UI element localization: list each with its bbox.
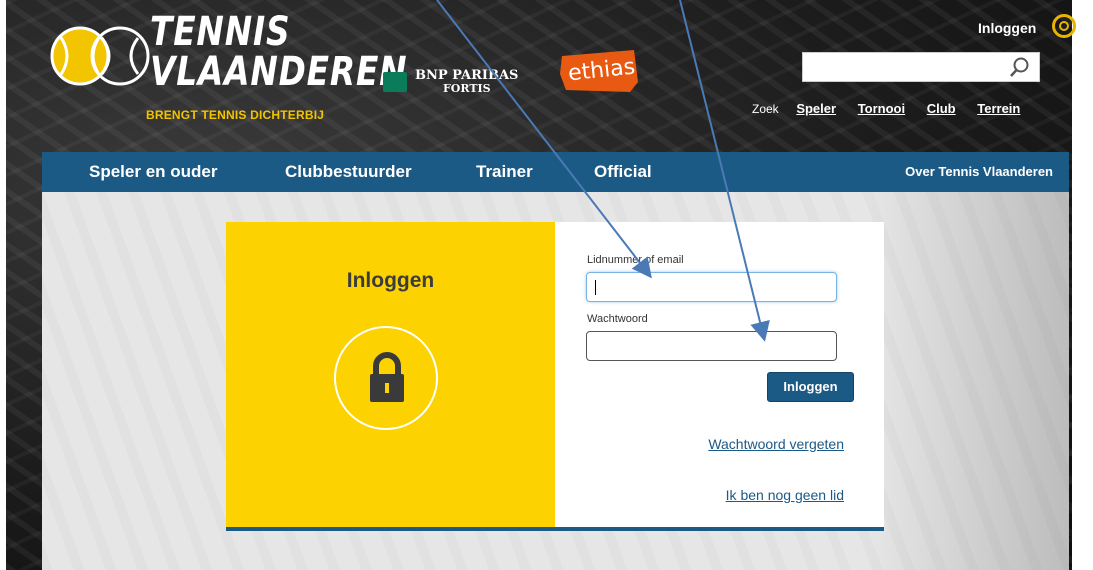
nav-item-official[interactable]: Official: [594, 162, 652, 182]
forgot-password-link[interactable]: Wachtwoord vergeten: [708, 436, 844, 452]
password-field[interactable]: [586, 331, 837, 361]
username-field[interactable]: [586, 272, 837, 302]
logo-title-line1[interactable]: TENNIS: [150, 12, 290, 52]
logo-title-line2[interactable]: VLAANDEREN: [150, 52, 407, 92]
tennis-balls-logo-icon[interactable]: [50, 22, 150, 90]
search-category-links: Zoek Speler Tornooi Club Terrein: [752, 101, 1038, 116]
lock-icon: [370, 352, 404, 402]
login-title: Inloggen: [346, 269, 435, 292]
search-link-speler[interactable]: Speler: [796, 101, 836, 116]
login-ring-icon[interactable]: [1052, 14, 1076, 38]
text-caret: [595, 280, 596, 295]
bnp-line1: BNP PARIBAS: [415, 68, 519, 83]
login-info-panel: Inloggen: [226, 222, 555, 527]
search-link-club[interactable]: Club: [927, 101, 956, 116]
nav-item-speler-en-ouder[interactable]: Speler en ouder: [89, 162, 217, 182]
ethias-logo[interactable]: ethias: [558, 48, 640, 94]
bnp-line2: FORTIS: [443, 82, 491, 95]
header-login-link[interactable]: Inloggen: [978, 20, 1036, 36]
nav-item-trainer[interactable]: Trainer: [476, 162, 533, 182]
register-link[interactable]: Ik ben nog geen lid: [726, 487, 844, 503]
search-icon[interactable]: [1009, 56, 1031, 78]
login-form: Lidnummer of email Wachtwoord Inloggen W…: [555, 222, 884, 527]
search-input[interactable]: [802, 52, 1040, 82]
password-label: Wachtwoord: [587, 313, 648, 325]
background-racket-image: [869, 192, 1069, 570]
bnp-paribas-fortis-logo[interactable]: BNP PARIBAS FORTIS: [383, 68, 538, 98]
username-label: Lidnummer of email: [587, 254, 684, 266]
login-button[interactable]: Inloggen: [767, 372, 854, 402]
lock-circle: [334, 326, 438, 430]
logo-tagline: BRENGT TENNIS DICHTERBIJ: [146, 108, 325, 122]
search-link-terrein[interactable]: Terrein: [977, 101, 1020, 116]
nav-item-over-tennis-vlaanderen[interactable]: Over Tennis Vlaanderen: [905, 164, 1053, 179]
search-label: Zoek: [752, 102, 779, 116]
search-link-tornooi[interactable]: Tornooi: [858, 101, 905, 116]
panel-bottom-bar: [226, 527, 884, 531]
nav-item-clubbestuurder[interactable]: Clubbestuurder: [285, 162, 412, 182]
bnp-star-icon: [383, 72, 407, 92]
main-nav: Speler en ouder Clubbestuurder Trainer O…: [42, 152, 1069, 192]
